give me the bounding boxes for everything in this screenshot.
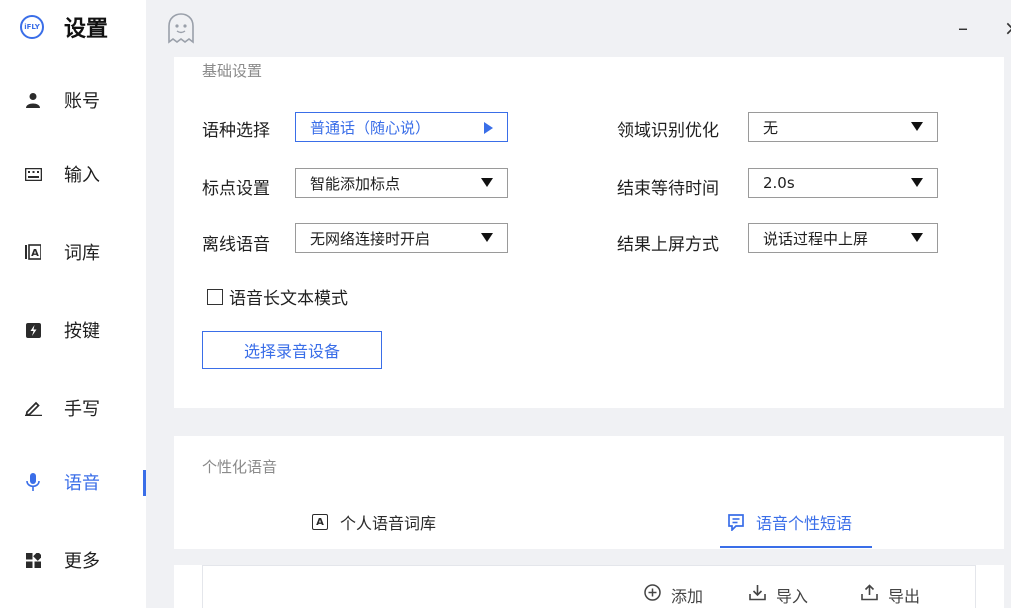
phrase-icon bbox=[728, 513, 744, 531]
export-button[interactable]: 导出 bbox=[861, 583, 920, 607]
select-recording-device-button[interactable]: 选择录音设备 bbox=[202, 331, 382, 369]
ifly-logo-icon: iFLY bbox=[20, 15, 44, 39]
download-icon bbox=[749, 584, 766, 606]
domain-optimization-label: 领域识别优化 bbox=[617, 121, 719, 141]
export-label: 导出 bbox=[888, 587, 921, 606]
sidebar-item-label: 输入 bbox=[64, 165, 100, 186]
result-display-value: 说话过程中上屏 bbox=[763, 229, 869, 248]
punctuation-value: 智能添加标点 bbox=[310, 174, 401, 193]
sidebar-item-label: 词库 bbox=[64, 243, 100, 264]
chevron-down-icon bbox=[481, 233, 493, 242]
end-wait-time-select[interactable]: 2.0s bbox=[748, 168, 938, 198]
sidebar-item-dictionary[interactable]: A 词库 bbox=[0, 232, 146, 272]
language-label: 语种选择 bbox=[202, 121, 270, 141]
add-button[interactable]: 添加 bbox=[644, 583, 703, 607]
close-button[interactable]: × bbox=[1004, 16, 1011, 40]
end-wait-time-label: 结束等待时间 bbox=[617, 179, 719, 199]
punctuation-select[interactable]: 智能添加标点 bbox=[295, 168, 508, 198]
svg-text:A: A bbox=[31, 248, 39, 259]
import-button[interactable]: 导入 bbox=[749, 583, 808, 607]
grid-icon bbox=[24, 551, 42, 569]
tab-personal-phrases[interactable]: 语音个性短语 bbox=[728, 510, 852, 534]
add-label: 添加 bbox=[671, 587, 704, 606]
pen-icon bbox=[24, 399, 42, 417]
page-title: 设置 bbox=[64, 17, 109, 42]
sidebar-item-label: 账号 bbox=[64, 91, 100, 112]
upload-icon bbox=[861, 584, 878, 606]
language-value: 普通话（随心说） bbox=[310, 118, 431, 137]
offline-voice-label: 离线语音 bbox=[202, 235, 270, 255]
user-icon bbox=[24, 91, 42, 109]
divider bbox=[174, 549, 1004, 565]
sidebar: iFLY 设置 账号 输入 A 词库 按键 手写 语音 更多 bbox=[0, 0, 146, 608]
chevron-down-icon bbox=[911, 178, 923, 187]
import-label: 导入 bbox=[776, 587, 809, 606]
sidebar-item-more[interactable]: 更多 bbox=[0, 540, 146, 580]
result-display-select[interactable]: 说话过程中上屏 bbox=[748, 223, 938, 253]
personalized-voice-card: 个性化语音 A 个人语音词库 语音个性短语 添加 导入 导出 bbox=[174, 436, 1004, 608]
long-text-mode-checkbox[interactable] bbox=[207, 288, 223, 305]
sidebar-item-account[interactable]: 账号 bbox=[0, 80, 146, 120]
minimize-button[interactable]: – bbox=[958, 16, 968, 40]
brand: iFLY 设置 bbox=[20, 12, 108, 42]
dictionary-icon: A bbox=[24, 243, 42, 261]
sidebar-item-keys[interactable]: 按键 bbox=[0, 310, 146, 350]
sidebar-item-label: 语音 bbox=[64, 473, 100, 494]
active-tab-indicator bbox=[720, 546, 872, 548]
chevron-down-icon bbox=[911, 233, 923, 242]
long-text-mode-toggle[interactable]: 语音长文本模式 bbox=[207, 284, 348, 309]
dictionary-icon: A bbox=[312, 514, 328, 530]
play-arrow-icon bbox=[484, 122, 493, 134]
offline-voice-value: 无网络连接时开启 bbox=[310, 229, 431, 248]
sidebar-item-voice[interactable]: 语音 bbox=[0, 462, 146, 502]
sidebar-item-input[interactable]: 输入 bbox=[0, 154, 146, 194]
tab-label: 语音个性短语 bbox=[756, 514, 853, 533]
key-icon bbox=[24, 321, 42, 339]
sidebar-item-label: 按键 bbox=[64, 321, 100, 342]
tab-label: 个人语音词库 bbox=[340, 514, 437, 533]
sidebar-item-label: 手写 bbox=[64, 399, 100, 420]
chevron-down-icon bbox=[911, 122, 923, 131]
phrase-list-panel bbox=[202, 565, 976, 608]
end-wait-time-value: 2.0s bbox=[763, 174, 795, 192]
long-text-mode-label: 语音长文本模式 bbox=[229, 289, 348, 309]
skin-ghost-icon[interactable] bbox=[164, 12, 198, 46]
offline-voice-select[interactable]: 无网络连接时开启 bbox=[295, 223, 508, 253]
result-display-label: 结果上屏方式 bbox=[617, 235, 719, 255]
personalized-voice-title: 个性化语音 bbox=[202, 458, 278, 476]
domain-optimization-select[interactable]: 无 bbox=[748, 112, 938, 142]
microphone-icon bbox=[24, 473, 42, 491]
domain-optimization-value: 无 bbox=[763, 118, 779, 137]
keyboard-icon bbox=[24, 165, 42, 183]
sidebar-item-label: 更多 bbox=[64, 551, 100, 572]
language-select[interactable]: 普通话（随心说） bbox=[295, 112, 508, 142]
chevron-down-icon bbox=[481, 178, 493, 187]
plus-circle-icon bbox=[644, 584, 661, 606]
title-bar: – × bbox=[146, 0, 1011, 57]
sidebar-item-handwriting[interactable]: 手写 bbox=[0, 388, 146, 428]
punctuation-label: 标点设置 bbox=[202, 179, 270, 199]
tab-personal-dictionary[interactable]: A 个人语音词库 bbox=[312, 510, 436, 534]
basic-settings-title: 基础设置 bbox=[202, 62, 263, 80]
